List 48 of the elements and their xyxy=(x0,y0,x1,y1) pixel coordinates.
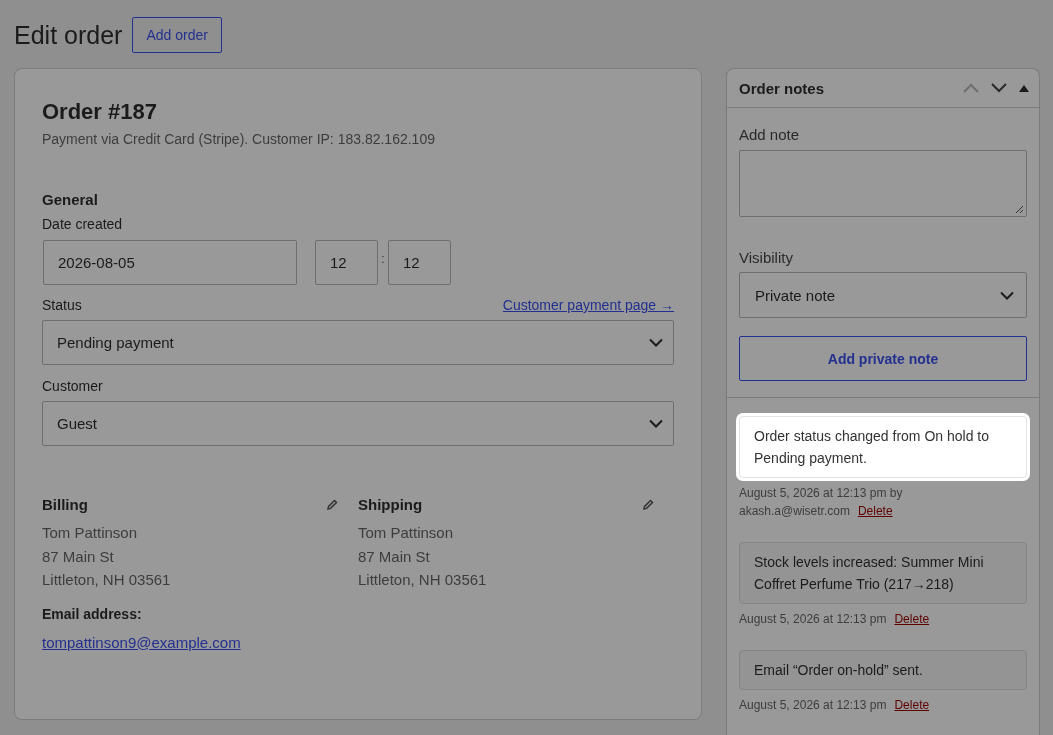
panel-title: Order notes xyxy=(739,79,825,97)
triangle-up-icon[interactable] xyxy=(1019,84,1029,92)
address-line: Tom Pattinson xyxy=(42,523,139,543)
status-select[interactable]: Pending payment xyxy=(42,320,674,365)
address-line: 87 Main St xyxy=(358,546,431,567)
address-line: 87 Main St xyxy=(42,546,115,567)
field-label: Add note xyxy=(739,126,801,143)
pencil-icon[interactable] xyxy=(326,498,338,511)
field-label: Email address: xyxy=(42,605,143,622)
address-line: Tom Pattinson xyxy=(358,523,455,543)
email-link[interactable]: tompattinson9@example.com xyxy=(42,633,241,651)
field-label: Visibility xyxy=(739,249,794,266)
chevron-down-icon xyxy=(1000,290,1014,300)
field-label: Status xyxy=(42,297,82,313)
delete-link[interactable]: Delete xyxy=(857,502,893,520)
customer-select[interactable]: Guest xyxy=(42,401,674,446)
note-text: Email “Order on-hold” sent. xyxy=(739,650,1027,690)
visibility-select[interactable]: Private note xyxy=(739,272,1027,318)
field-label: Date created xyxy=(42,216,124,232)
section-heading: Billing xyxy=(42,496,88,513)
note-text: Order status changed from On hold to Pending payment. xyxy=(739,416,1027,478)
address-line: Littleton, NH 03561 xyxy=(358,570,488,590)
resize-handle-icon[interactable] xyxy=(1015,205,1024,214)
note-meta: August 5, 2026 at 12:13 pm by xyxy=(739,485,903,502)
note-meta: August 5, 2026 at 12:13 pm xyxy=(739,611,887,628)
chevron-down-icon[interactable] xyxy=(991,83,1007,93)
minute-field[interactable]: 12 xyxy=(388,240,451,285)
field-label: Customer xyxy=(42,378,104,394)
note-meta: August 5, 2026 at 12:13 pm xyxy=(739,697,887,714)
order-title: Order #187 xyxy=(42,99,158,125)
delete-link[interactable]: Delete xyxy=(894,696,930,714)
page-title: Edit order xyxy=(14,20,123,50)
delete-link[interactable]: Delete xyxy=(894,610,930,628)
payment-info: Payment via Credit Card (Stripe). Customer IP: 183.82.162.109 xyxy=(42,131,436,147)
hour-field[interactable]: 12 xyxy=(315,240,378,285)
pencil-icon[interactable] xyxy=(642,498,654,511)
add-order-button[interactable]: Add order xyxy=(132,17,222,53)
date-field[interactable]: 2026-08-05 xyxy=(43,240,297,285)
note-author: akash.a@wisetr.com xyxy=(739,503,850,520)
add-note-button[interactable]: Add private note xyxy=(739,336,1027,381)
address-line: Littleton, NH 03561 xyxy=(42,570,172,590)
note-text: Stock levels increased: Summer Mini Coffret Perfume Trio (217→218) xyxy=(739,542,1027,604)
chevron-down-icon xyxy=(649,338,663,347)
payment-page-link[interactable]: Customer payment page → xyxy=(502,297,674,313)
time-separator: : xyxy=(380,252,386,266)
chevron-down-icon xyxy=(649,419,663,428)
section-heading: Shipping xyxy=(358,496,423,513)
section-heading: General xyxy=(42,191,99,208)
